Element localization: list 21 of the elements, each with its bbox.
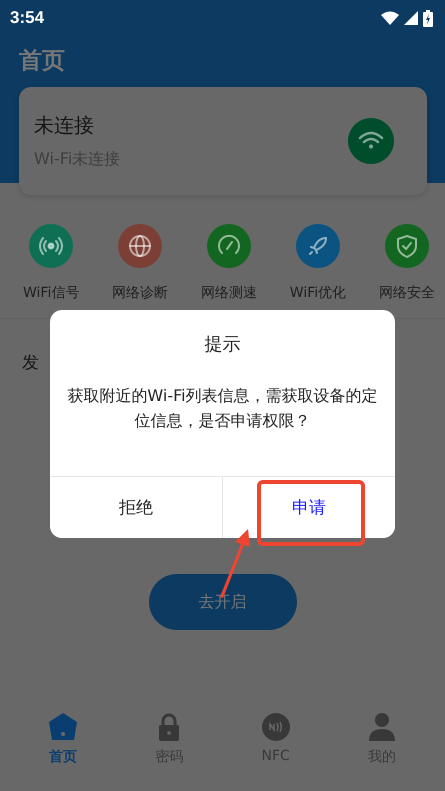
dialog-message: 获取附近的Wi-Fi列表信息，需获取设备的定位信息，是否申请权限？ [66, 385, 379, 432]
person-icon [366, 712, 397, 742]
open-button[interactable]: 去开启 [148, 574, 296, 630]
apply-button[interactable]: 申请 [222, 477, 395, 538]
battery-icon [423, 10, 433, 26]
home-icon [48, 712, 78, 742]
feature-button[interactable]: WiFi优化 [290, 224, 346, 318]
feature-button[interactable]: 网络安全 [378, 224, 435, 318]
wifi-icon [348, 118, 394, 164]
nav-tab[interactable]: 首页 [23, 712, 104, 766]
status-time: 3:54 [10, 8, 44, 28]
section-title: 发 [22, 353, 39, 373]
feature-button[interactable]: 网络测速 [200, 224, 257, 318]
nfc-icon [260, 712, 291, 742]
wifi-icon [381, 11, 399, 25]
signal-icon [404, 11, 418, 25]
feature-button[interactable]: 网络诊断 [112, 224, 168, 318]
feature-button[interactable]: WiFi信号 [23, 224, 80, 318]
page-title: 首页 [18, 47, 66, 76]
dialog-title: 提示 [204, 333, 242, 356]
connection-status: 未连接 [34, 112, 95, 139]
